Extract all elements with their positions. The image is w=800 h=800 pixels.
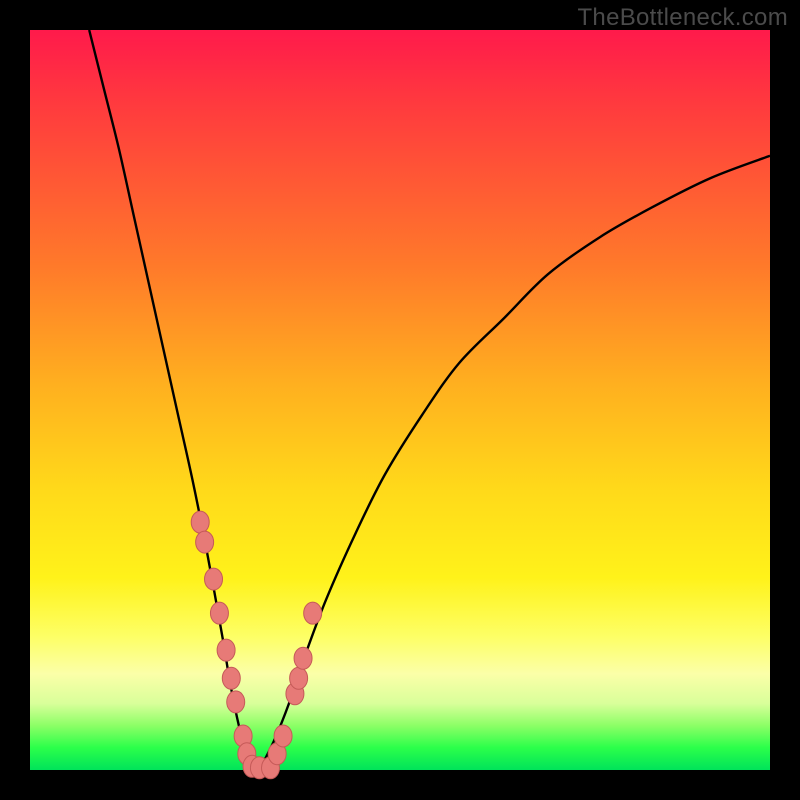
data-point (304, 602, 322, 624)
data-point (217, 639, 235, 661)
data-point (210, 602, 228, 624)
chart-frame: TheBottleneck.com (0, 0, 800, 800)
data-point (290, 667, 308, 689)
data-point (227, 691, 245, 713)
data-point (196, 531, 214, 553)
data-point (191, 511, 209, 533)
data-points-layer (30, 30, 770, 770)
data-point (222, 667, 240, 689)
data-point (205, 568, 223, 590)
plot-area (30, 30, 770, 770)
data-point (294, 647, 312, 669)
watermark-text: TheBottleneck.com (577, 4, 788, 32)
data-point (274, 725, 292, 747)
